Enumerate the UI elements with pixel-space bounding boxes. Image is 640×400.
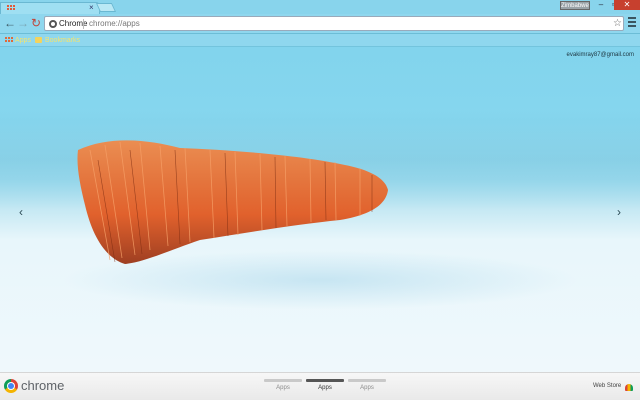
back-button[interactable]: ← [3,16,17,30]
new-tab-button[interactable] [95,3,117,12]
page-label: Apps [318,385,332,391]
apps-grid-icon [7,5,15,13]
bookmark-star-icon[interactable]: ☆ [613,17,622,30]
prev-page-arrow-icon[interactable]: ‹ [16,205,26,219]
page-indicator-bar [264,379,302,382]
chrome-logo-icon [4,379,18,393]
reload-button[interactable]: ↻ [29,16,43,30]
bookmark-folder[interactable]: Bookmarks [45,35,80,46]
address-bar[interactable]: Chrome chrome://apps ☆ [44,16,624,31]
omnibox-separator [83,19,84,29]
page-label: Apps [276,385,290,391]
apps-footer: chrome Apps Apps Apps Web Store [0,372,640,400]
menu-icon[interactable] [628,17,636,29]
account-email[interactable]: evakimray87@gmail.com [567,52,634,58]
page-indicator-bar [306,379,344,382]
page-switcher-2[interactable]: Apps [306,379,344,399]
profile-button[interactable]: Zimbabwe [560,1,590,10]
tab-apps[interactable]: × [0,2,100,14]
page-switcher-3[interactable]: Apps [348,379,386,399]
page-switcher-1[interactable]: Apps [264,379,302,399]
next-page-arrow-icon[interactable]: › [614,205,624,219]
page-indicator-bar [348,379,386,382]
tab-close-icon[interactable]: × [89,3,94,12]
close-icon[interactable]: ✕ [614,0,640,10]
snow-shadow [60,250,580,310]
web-store-link[interactable]: Web Store [593,383,621,389]
url-text[interactable]: chrome://apps [89,18,140,30]
toolbar: ← → ↻ Chrome chrome://apps ☆ [0,14,640,34]
bookmark-apps[interactable]: Apps [15,35,31,46]
background-image [0,0,640,400]
page-label: Apps [360,385,374,391]
chrome-page-icon [49,20,57,28]
apps-grid-icon [5,37,13,44]
bookmarks-bar: Apps Bookmarks [0,34,640,47]
web-store-icon[interactable] [625,384,633,391]
folder-icon [35,37,42,43]
brand-text: chrome [21,378,65,393]
tab-strip: × Zimbabwe – ▫ ✕ [0,0,640,14]
forward-button[interactable]: → [16,16,30,30]
background-haze [0,110,640,210]
